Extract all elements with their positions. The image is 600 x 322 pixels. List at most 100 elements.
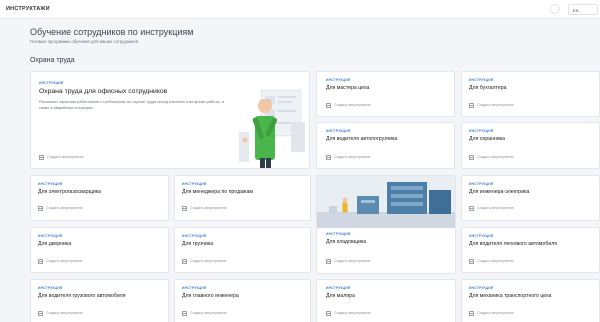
create-event-link[interactable]: Создать мероприятие bbox=[38, 206, 83, 211]
create-event-link[interactable]: Создать мероприятие bbox=[326, 155, 371, 160]
card-title: Для дворника bbox=[38, 241, 72, 247]
card-tag: ИНСТРУКЦИЯ bbox=[38, 286, 63, 290]
card-title: Для охранника bbox=[469, 136, 505, 142]
card-title: Для водителя легкового автомобиля bbox=[469, 241, 558, 247]
calendar-icon bbox=[469, 311, 474, 316]
create-event-label: Создать мероприятие bbox=[46, 259, 83, 264]
calendar-icon bbox=[326, 155, 331, 160]
instruction-card[interactable]: ИНСТРУКЦИЯ Для грузчика Создать мероприя… bbox=[174, 227, 311, 273]
card-title: Охрана труда для офисных сотрудников bbox=[39, 88, 168, 95]
card-title: Для кладовщика bbox=[326, 239, 367, 245]
create-event-label: Создать мероприятие bbox=[46, 311, 83, 316]
section-title: Охрана труда bbox=[30, 57, 75, 64]
card-tag: ИНСТРУКЦИЯ bbox=[469, 286, 494, 290]
card-title: Для маляра bbox=[326, 293, 355, 299]
office-worker-illustration bbox=[239, 89, 305, 168]
calendar-icon bbox=[469, 103, 474, 108]
calendar-icon bbox=[182, 311, 187, 316]
create-event-label: Создать мероприятие bbox=[47, 155, 84, 160]
card-tag: ИНСТРУКЦИЯ bbox=[469, 182, 494, 186]
card-tag: ИНСТРУКЦИЯ bbox=[326, 78, 351, 82]
instruction-card[interactable]: ИНСТРУКЦИЯ Для главного инженера Создать… bbox=[174, 279, 311, 322]
create-event-link[interactable]: Создать мероприятие bbox=[38, 311, 83, 316]
create-event-label: Создать мероприятие bbox=[190, 259, 227, 264]
card-tag: ИНСТРУКЦИЯ bbox=[326, 286, 351, 290]
card-tag: ИНСТРУКЦИЯ bbox=[38, 182, 63, 186]
create-event-link[interactable]: Создать мероприятие bbox=[469, 155, 514, 160]
card-description: Расскажет офисным работникам о требовани… bbox=[39, 99, 225, 110]
calendar-icon bbox=[38, 206, 43, 211]
create-event-label: Создать мероприятие bbox=[334, 259, 371, 264]
instruction-card[interactable]: ИНСТРУКЦИЯ Для мастера цеха Создать меро… bbox=[316, 71, 455, 117]
calendar-icon bbox=[326, 311, 331, 316]
card-tag: ИНСТРУКЦИЯ bbox=[469, 234, 494, 238]
card-title: Для бухгалтера bbox=[469, 85, 507, 91]
calendar-icon bbox=[469, 259, 474, 264]
create-event-label: Создать мероприятие bbox=[477, 259, 514, 264]
calendar-icon bbox=[182, 259, 187, 264]
calendar-icon bbox=[469, 206, 474, 211]
instruction-card[interactable]: ИНСТРУКЦИЯ Для маляра Создать мероприяти… bbox=[316, 279, 456, 322]
card-title: Для механика транспортного цеха bbox=[469, 293, 552, 299]
card-tag: ИНСТРУКЦИЯ bbox=[182, 182, 207, 186]
create-event-link[interactable]: Создать мероприятие bbox=[39, 155, 84, 160]
create-event-label: Создать мероприятие bbox=[46, 206, 83, 211]
card-title: Для водителя грузового автомобиля bbox=[38, 293, 126, 299]
create-event-link[interactable]: Создать мероприятие bbox=[326, 103, 371, 108]
card-title: Для электрогазосварщика bbox=[38, 189, 102, 195]
page-subtitle: Готовые программы обучения для ваших сот… bbox=[30, 39, 139, 44]
create-event-link[interactable]: Создать мероприятие bbox=[326, 259, 371, 264]
instruction-card[interactable]: ИНСТРУКЦИЯ Для водителя автопогрузчика С… bbox=[316, 122, 455, 169]
instruction-card[interactable]: ИНСТРУКЦИЯ Для водителя легкового автомо… bbox=[461, 227, 600, 273]
create-event-label: Создать мероприятие bbox=[477, 155, 514, 160]
card-title: Для главного инженера bbox=[182, 293, 239, 299]
card-tag: ИНСТРУКЦИЯ bbox=[182, 234, 207, 238]
calendar-icon bbox=[39, 155, 44, 160]
create-event-link[interactable]: Создать мероприятие bbox=[469, 311, 514, 316]
create-event-link[interactable]: Создать мероприятие bbox=[469, 206, 514, 211]
instruction-card[interactable]: ИНСТРУКЦИЯ Для кладовщика Создать меропр… bbox=[316, 175, 456, 274]
instruction-card[interactable]: ИНСТРУКЦИЯ Для бухгалтера Создать меропр… bbox=[461, 71, 600, 117]
create-event-label: Создать мероприятие bbox=[477, 206, 514, 211]
featured-instruction-card[interactable]: ИНСТРУКЦИЯ Охрана труда для офисных сотр… bbox=[30, 71, 310, 169]
create-event-label: Создать мероприятие bbox=[190, 311, 227, 316]
calendar-icon bbox=[326, 103, 331, 108]
card-title: Для инженера-электрика bbox=[469, 189, 530, 195]
card-tag: ИНСТРУКЦИЯ bbox=[326, 232, 351, 236]
card-title: Для менеджера по продажам bbox=[182, 189, 253, 195]
calendar-icon bbox=[326, 259, 331, 264]
card-tag: ИНСТРУКЦИЯ bbox=[469, 129, 494, 133]
instruction-card[interactable]: ИНСТРУКЦИЯ Для охранника Создать меропри… bbox=[461, 122, 600, 169]
calendar-icon bbox=[38, 259, 43, 264]
instruction-card[interactable]: ИНСТРУКЦИЯ Для механика транспортного це… bbox=[461, 279, 600, 322]
create-event-label: Создать мероприятие bbox=[477, 103, 514, 108]
card-tag: ИНСТРУКЦИЯ bbox=[182, 286, 207, 290]
instruction-card[interactable]: ИНСТРУКЦИЯ Для электрогазосварщика Созда… bbox=[30, 175, 169, 221]
language-selector[interactable]: EN bbox=[568, 4, 598, 15]
top-bar: ИНСТРУКТАЖИ EN bbox=[0, 0, 600, 19]
instruction-card[interactable]: ИНСТРУКЦИЯ Для менеджера по продажам Соз… bbox=[174, 175, 311, 221]
loading-spinner-icon bbox=[550, 4, 560, 14]
create-event-link[interactable]: Создать мероприятие bbox=[38, 259, 83, 264]
create-event-link[interactable]: Создать мероприятие bbox=[182, 259, 227, 264]
calendar-icon bbox=[38, 311, 43, 316]
card-tag: ИНСТРУКЦИЯ bbox=[326, 129, 351, 133]
create-event-label: Создать мероприятие bbox=[190, 206, 227, 211]
warehouse-illustration bbox=[317, 176, 455, 228]
calendar-icon bbox=[469, 155, 474, 160]
card-tag: ИНСТРУКЦИЯ bbox=[39, 81, 64, 85]
create-event-link[interactable]: Создать мероприятие bbox=[469, 259, 514, 264]
card-title: Для водителя автопогрузчика bbox=[326, 136, 398, 142]
card-tag: ИНСТРУКЦИЯ bbox=[38, 234, 63, 238]
instruction-card[interactable]: ИНСТРУКЦИЯ Для инженера-электрика Создат… bbox=[461, 175, 600, 221]
calendar-icon bbox=[182, 206, 187, 211]
card-tag: ИНСТРУКЦИЯ bbox=[469, 78, 494, 82]
instruction-card[interactable]: ИНСТРУКЦИЯ Для дворника Создать мероприя… bbox=[30, 227, 169, 273]
create-event-link[interactable]: Создать мероприятие bbox=[326, 311, 371, 316]
create-event-label: Создать мероприятие bbox=[477, 311, 514, 316]
create-event-link[interactable]: Создать мероприятие bbox=[182, 206, 227, 211]
create-event-link[interactable]: Создать мероприятие bbox=[469, 103, 514, 108]
create-event-link[interactable]: Создать мероприятие bbox=[182, 311, 227, 316]
instruction-card[interactable]: ИНСТРУКЦИЯ Для водителя грузового автомо… bbox=[30, 279, 169, 322]
card-title: Для мастера цеха bbox=[326, 85, 370, 91]
